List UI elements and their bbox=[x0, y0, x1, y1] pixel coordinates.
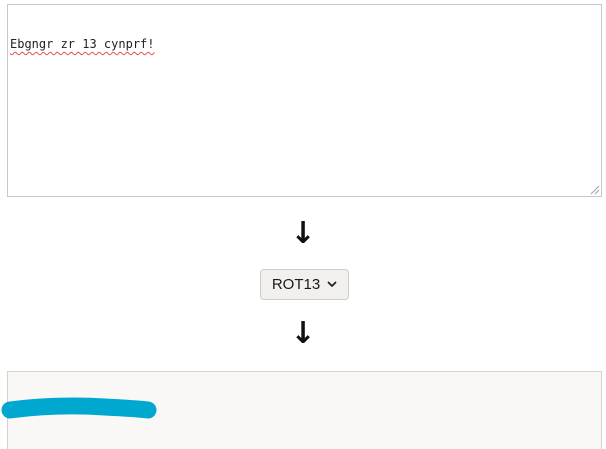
cipher-select[interactable]: ROT13 bbox=[260, 269, 349, 300]
chevron-down-icon bbox=[327, 281, 337, 287]
rot13-page: Ebgngr zr 13 cynprf! ↓ ROT13 ↓ bbox=[0, 0, 606, 449]
input-text: Ebgngr zr 13 cynprf! bbox=[10, 37, 155, 51]
cipher-select-value: ROT13 bbox=[271, 276, 321, 293]
input-textarea[interactable]: Ebgngr zr 13 cynprf! bbox=[7, 4, 602, 197]
resize-grip-icon[interactable] bbox=[588, 183, 600, 195]
down-arrow-icon: ↓ bbox=[290, 216, 316, 251]
redaction-mark bbox=[1, 397, 157, 419]
down-arrow-icon: ↓ bbox=[290, 316, 316, 351]
